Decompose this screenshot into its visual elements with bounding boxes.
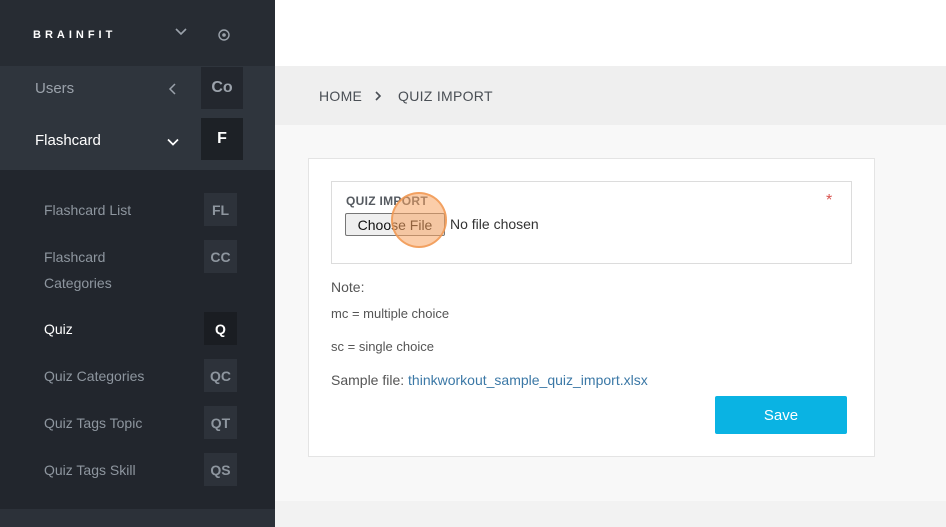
top-bar bbox=[275, 0, 946, 66]
choose-file-button[interactable]: Choose File bbox=[345, 213, 445, 236]
sidebar-subitem-label: Quiz bbox=[44, 321, 73, 337]
sidebar-subitem-label: Quiz Categories bbox=[44, 368, 145, 384]
brand-logo: BRAINFIT bbox=[33, 29, 117, 41]
breadcrumb: HOME QUIZ IMPORT bbox=[275, 66, 946, 125]
sidebar-subitem-quiz[interactable]: Quiz Q bbox=[0, 312, 275, 345]
sidebar-subitem-abbr: FL bbox=[204, 193, 237, 226]
sample-file-link[interactable]: thinkworkout_sample_quiz_import.xlsx bbox=[408, 372, 648, 388]
sidebar-subitem-abbr: QS bbox=[204, 453, 237, 486]
chevron-down-icon bbox=[167, 138, 179, 146]
chevron-left-icon bbox=[168, 83, 176, 95]
sidebar-subitem-label: Flashcard List bbox=[44, 202, 132, 218]
brand-bar: BRAINFIT bbox=[0, 0, 275, 66]
sidebar-subitem-abbr: Q bbox=[204, 312, 237, 345]
note-mc: mc = multiple choice bbox=[331, 306, 450, 321]
sidebar-item-abbr: F bbox=[201, 118, 243, 160]
sample-file-line: Sample file: thinkworkout_sample_quiz_im… bbox=[331, 372, 648, 388]
sidebar-subitem-label: Quiz Tags Topic bbox=[44, 415, 143, 431]
field-label: QUIZ IMPORT bbox=[346, 194, 428, 208]
sidebar-item-abbr: Co bbox=[201, 67, 243, 109]
sidebar-item-flashcard[interactable]: Flashcard F bbox=[0, 116, 275, 170]
target-icon[interactable] bbox=[216, 27, 232, 43]
note-title: Note: bbox=[331, 279, 365, 295]
sidebar-subitem-abbr: QC bbox=[204, 359, 237, 392]
sidebar-subitem-abbr: CC bbox=[204, 240, 237, 273]
sidebar-subitem-quiz-tags-topic[interactable]: Quiz Tags Topic QT bbox=[0, 406, 275, 439]
sidebar-item-label: Flashcard bbox=[35, 132, 101, 149]
sidebar-footer bbox=[0, 509, 275, 527]
breadcrumb-current: QUIZ IMPORT bbox=[398, 88, 493, 104]
chevron-right-icon bbox=[375, 91, 382, 101]
sidebar-subitem-quiz-tags-skill[interactable]: Quiz Tags Skill QS bbox=[0, 453, 275, 486]
save-button[interactable]: Save bbox=[715, 396, 847, 434]
sample-file-label: Sample file: bbox=[331, 372, 405, 388]
sidebar: BRAINFIT Users Co Flashcard F Flashcard … bbox=[0, 0, 275, 527]
sidebar-subitem-abbr: QT bbox=[204, 406, 237, 439]
sidebar-subitem-flashcard-categories[interactable]: Flashcard Categories CC bbox=[0, 240, 275, 296]
flashcard-submenu: Flashcard List FL Flashcard Categories C… bbox=[0, 170, 275, 509]
sidebar-item-label: Users bbox=[35, 80, 75, 97]
sidebar-subitem-flashcard-list[interactable]: Flashcard List FL bbox=[0, 193, 275, 226]
sidebar-subitem-label: Flashcard Categories bbox=[44, 249, 112, 291]
note-sc: sc = single choice bbox=[331, 339, 434, 354]
chevron-down-icon[interactable] bbox=[172, 22, 190, 40]
file-upload-field: QUIZ IMPORT * Choose File No file chosen bbox=[331, 181, 852, 264]
quiz-import-form: QUIZ IMPORT * Choose File No file chosen… bbox=[308, 158, 875, 457]
sidebar-item-users[interactable]: Users Co bbox=[0, 66, 275, 116]
sidebar-subitem-label: Quiz Tags Skill bbox=[44, 462, 136, 478]
required-marker: * bbox=[826, 192, 833, 209]
breadcrumb-home[interactable]: HOME bbox=[319, 88, 362, 104]
content-footer bbox=[275, 501, 946, 527]
sidebar-subitem-quiz-categories[interactable]: Quiz Categories QC bbox=[0, 359, 275, 392]
file-status-text: No file chosen bbox=[450, 216, 539, 232]
